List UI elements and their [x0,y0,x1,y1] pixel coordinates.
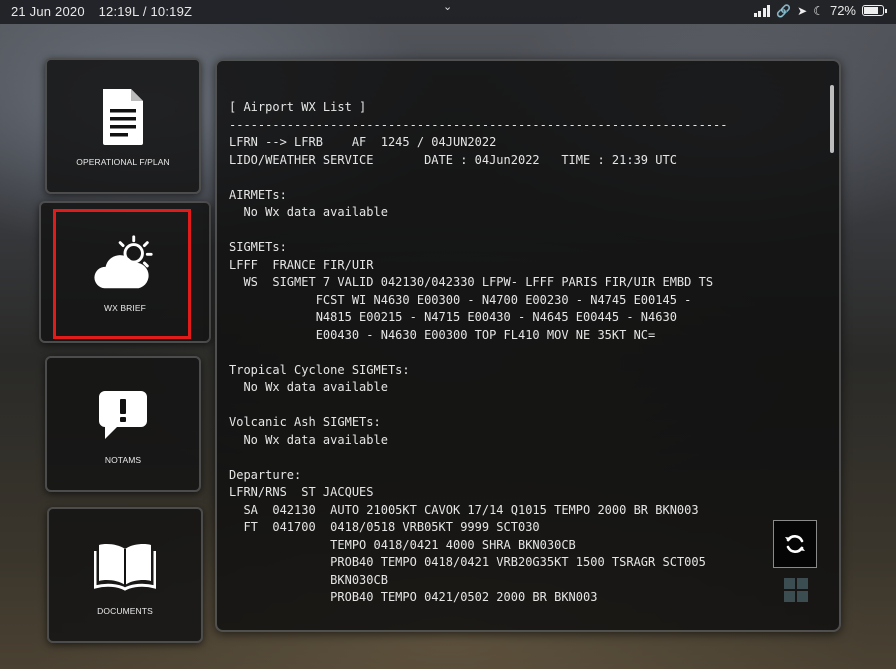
wx-line: ----------------------------------------… [229,117,728,132]
wx-line [229,169,819,187]
weather-icon [93,231,157,295]
wx-line: LFRN --> LFRB AF 1245 / 04JUN2022 [229,135,497,149]
battery-icon [862,5,887,16]
location-icon: ➤ [797,3,808,18]
wx-line: LFFF FRANCE FIR/UIR [229,257,374,272]
wx-line [229,397,819,415]
grid-icon [784,578,808,602]
wx-line: WS SIGMET 7 VALID 042130/042330 LFPW- LF… [229,275,714,289]
wx-line: N4815 E00215 - N4715 E00430 - N4645 E004… [229,310,677,324]
alert-bubble-icon [91,383,155,447]
wx-line: No Wx data available [229,205,388,219]
sidebar-item-label: WX BRIEF [104,303,146,313]
wx-line: LFRN/RNS ST JACQUES [229,485,374,499]
status-left: 21 Jun 2020 12:19L / 10:19Z [11,4,192,19]
chevron-down-icon[interactable]: ⌄ [443,0,452,13]
wx-line: Departure: [229,467,302,482]
moon-icon: ☾ [813,3,824,18]
wx-line: AIRMETs: [229,187,287,202]
wx-line: BKN030CB [229,572,388,587]
wx-line: TEMPO 0418/0421 4000 SHRA BKN030CB [229,537,576,552]
wx-line: Volcanic Ash SIGMETs: [229,415,381,429]
wx-line: FCST WI N4630 E00300 - N4700 E00230 - N4… [229,292,692,307]
wx-brief-text: [ Airport WX List ] ---------------------… [229,99,819,619]
status-date: 21 Jun 2020 [11,4,85,19]
sidebar-item-wx-brief[interactable]: WX BRIEF [39,201,211,343]
wx-line: Tropical Cyclone SIGMETs: [229,362,410,377]
wx-line [229,344,819,362]
sidebar-item-label: NOTAMS [104,455,142,465]
sidebar-item-operational-fplan[interactable]: OPERATIONAL F/PLAN [45,58,201,194]
wx-line: PROB40 TEMPO 0421/0502 2000 BR BKN003 [229,590,598,604]
refresh-button[interactable] [773,520,817,568]
wx-line: No Wx data available [229,380,388,394]
grid-button[interactable] [781,575,811,605]
sidebar-item-label: OPERATIONAL F/PLAN [76,157,170,167]
wx-line: PROB40 TEMPO 0418/0421 VRB20G35KT 1500 T… [229,555,706,569]
scrollbar[interactable] [830,85,834,153]
wx-line [229,222,819,240]
document-icon [91,85,155,149]
wx-line: E00430 - N4630 E00300 TOP FL410 MOV NE 3… [229,327,656,342]
sidebar-item-documents[interactable]: DOCUMENTS [47,507,203,643]
wx-line: SA 042130 AUTO 21005KT CAVOK 17/14 Q1015… [229,502,699,517]
sidebar-item-notams[interactable]: NOTAMS [45,356,201,492]
wx-line: SIGMETs: [229,240,287,254]
wx-brief-panel: [ Airport WX List ] ---------------------… [215,59,841,632]
wx-line: LIDO/WEATHER SERVICE DATE : 04Jun2022 TI… [229,152,677,167]
wx-line: FT 041700 0418/0518 VRB05KT 9999 SCT030 [229,520,540,534]
wx-line: [ Airport WX List ] [229,100,367,114]
signal-icon [753,4,771,17]
status-right: 🔗 ➤ ☾ 72% [753,3,887,18]
link-icon: 🔗 [776,3,792,18]
book-icon [93,534,157,598]
battery-percent: 72% [829,3,856,18]
status-bar: 21 Jun 2020 12:19L / 10:19Z ⌄ 🔗 ➤ ☾ 72% [0,0,896,24]
status-time: 12:19L / 10:19Z [98,4,193,19]
refresh-icon [785,535,805,553]
sidebar-item-label: DOCUMENTS [97,606,153,616]
wx-line [229,449,819,467]
wx-line: No Wx data available [229,432,388,447]
